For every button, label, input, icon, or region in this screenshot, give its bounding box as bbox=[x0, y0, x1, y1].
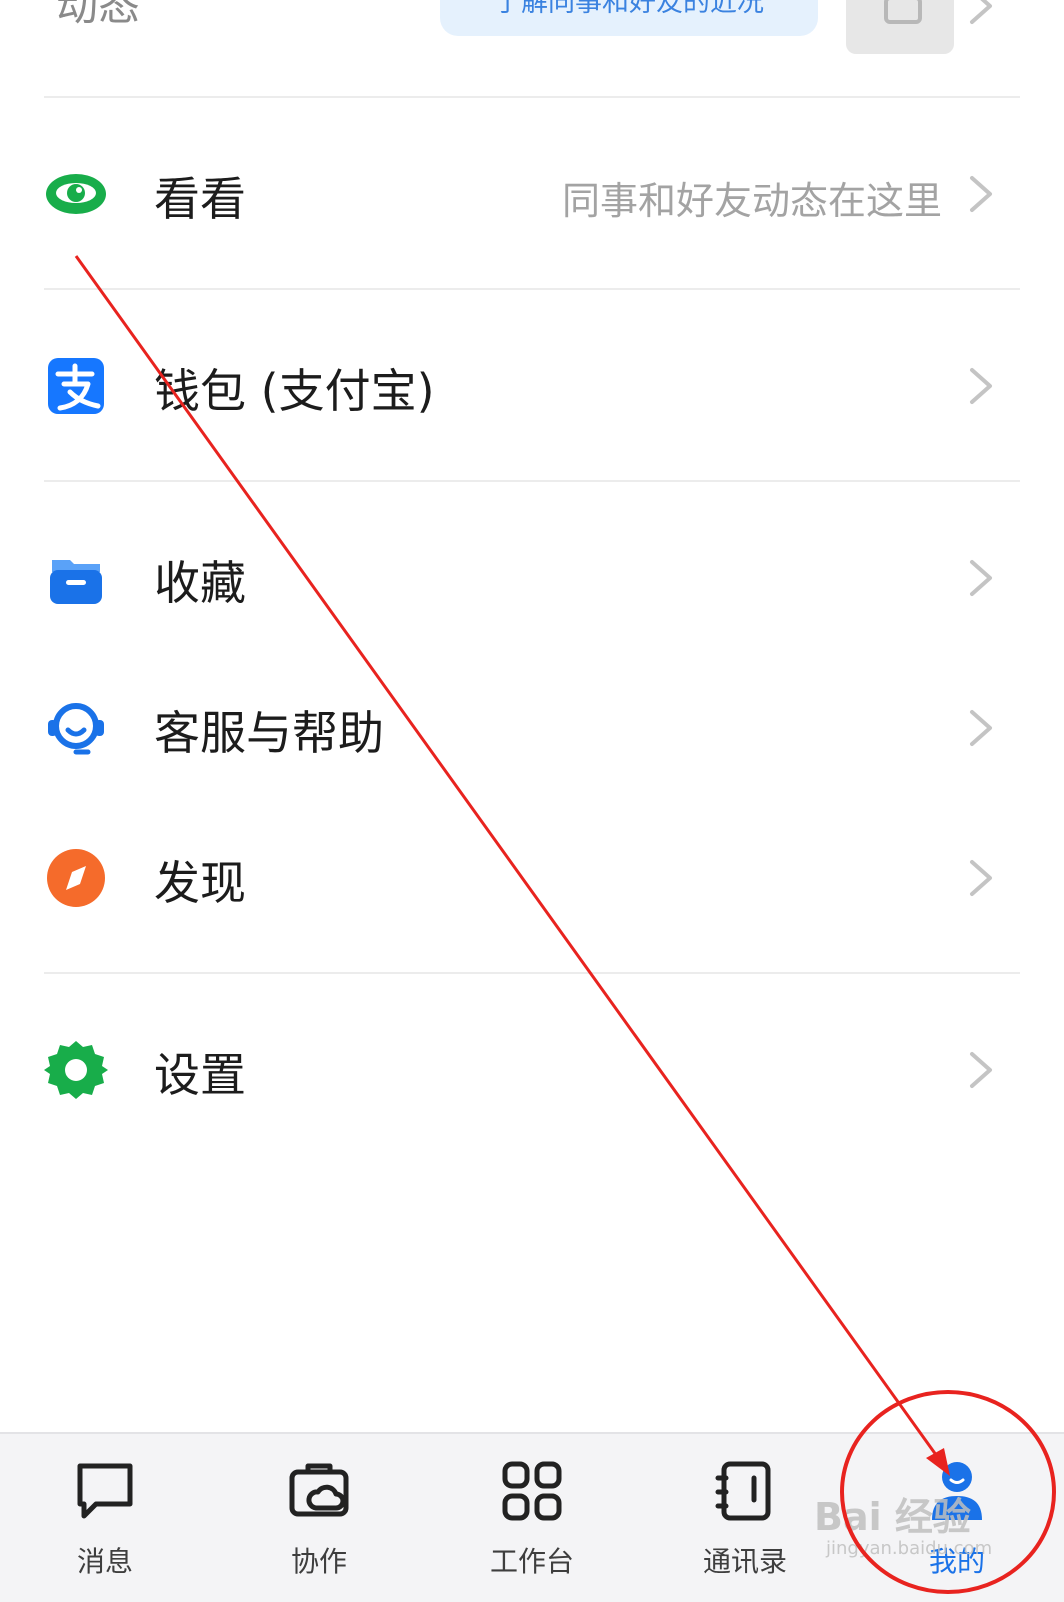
menu-item-kankan[interactable]: 看看 同事和好友动态在这里 bbox=[0, 138, 1064, 248]
me-screen: 动态 了解同事和好友的近况 看看 同事和好友动态在这里 钱包 (支付宝) 收藏 … bbox=[0, 0, 1064, 1602]
menu-subtitle: 同事和好友动态在这里 bbox=[561, 179, 942, 223]
alipay-icon bbox=[48, 358, 104, 414]
chevron-right-icon bbox=[970, 860, 992, 896]
divider bbox=[44, 288, 1020, 290]
gear-icon bbox=[44, 1041, 108, 1099]
divider bbox=[44, 96, 1020, 98]
moments-hint-bubble: 了解同事和好友的近况 bbox=[440, 0, 818, 36]
menu-label: 看看 bbox=[154, 172, 246, 226]
message-bubble-icon bbox=[77, 1463, 133, 1519]
menu-item-wallet[interactable]: 钱包 (支付宝) bbox=[0, 330, 1064, 440]
camera-icon bbox=[884, 0, 922, 24]
tab-messages[interactable]: 消息 bbox=[30, 1458, 180, 1578]
menu-label: 客服与帮助 bbox=[154, 706, 384, 760]
chevron-right-icon bbox=[970, 176, 992, 212]
tab-label: 消息 bbox=[76, 1545, 133, 1578]
menu-label: 收藏 bbox=[154, 556, 246, 610]
chevron-right-icon bbox=[970, 560, 992, 596]
menu-item-support[interactable]: 客服与帮助 bbox=[0, 672, 1064, 782]
chevron-right-icon bbox=[970, 368, 992, 404]
moments-row[interactable]: 动态 了解同事和好友的近况 bbox=[0, 0, 1064, 98]
grid-icon bbox=[502, 1461, 562, 1521]
headset-icon bbox=[48, 703, 104, 755]
menu-item-favorites[interactable]: 收藏 bbox=[0, 522, 1064, 632]
menu-label: 钱包 (支付宝) bbox=[154, 364, 435, 418]
tab-label: 工作台 bbox=[489, 1545, 574, 1578]
menu-label: 发现 bbox=[154, 856, 246, 910]
divider bbox=[44, 972, 1020, 974]
tab-contacts[interactable]: 通讯录 bbox=[670, 1458, 820, 1578]
chevron-right-icon bbox=[970, 710, 992, 746]
folder-icon bbox=[50, 560, 102, 604]
tab-workbench[interactable]: 工作台 bbox=[457, 1458, 607, 1578]
chevron-right-icon bbox=[970, 0, 992, 24]
person-icon bbox=[932, 1462, 982, 1520]
compass-icon bbox=[47, 849, 105, 907]
menu-item-settings[interactable]: 设置 bbox=[0, 1014, 1064, 1124]
chevron-right-icon bbox=[970, 1052, 992, 1088]
address-book-icon bbox=[715, 1461, 771, 1521]
briefcase-cloud-icon bbox=[289, 1463, 349, 1517]
tab-me[interactable]: 我的 bbox=[882, 1458, 1032, 1578]
moments-thumbnail bbox=[846, 0, 954, 54]
menu-item-discover[interactable]: 发现 bbox=[0, 822, 1064, 932]
moments-title: 动态 bbox=[56, 0, 141, 30]
tab-label: 通讯录 bbox=[702, 1545, 787, 1578]
tab-label: 我的 bbox=[928, 1545, 985, 1578]
menu-label: 设置 bbox=[154, 1048, 246, 1102]
tab-collab[interactable]: 协作 bbox=[244, 1458, 394, 1578]
divider bbox=[44, 480, 1020, 482]
bottom-tab-bar: 消息 协作 工作台 通讯录 我的 bbox=[0, 1432, 1064, 1602]
tab-label: 协作 bbox=[290, 1545, 347, 1578]
eye-icon bbox=[46, 174, 106, 214]
